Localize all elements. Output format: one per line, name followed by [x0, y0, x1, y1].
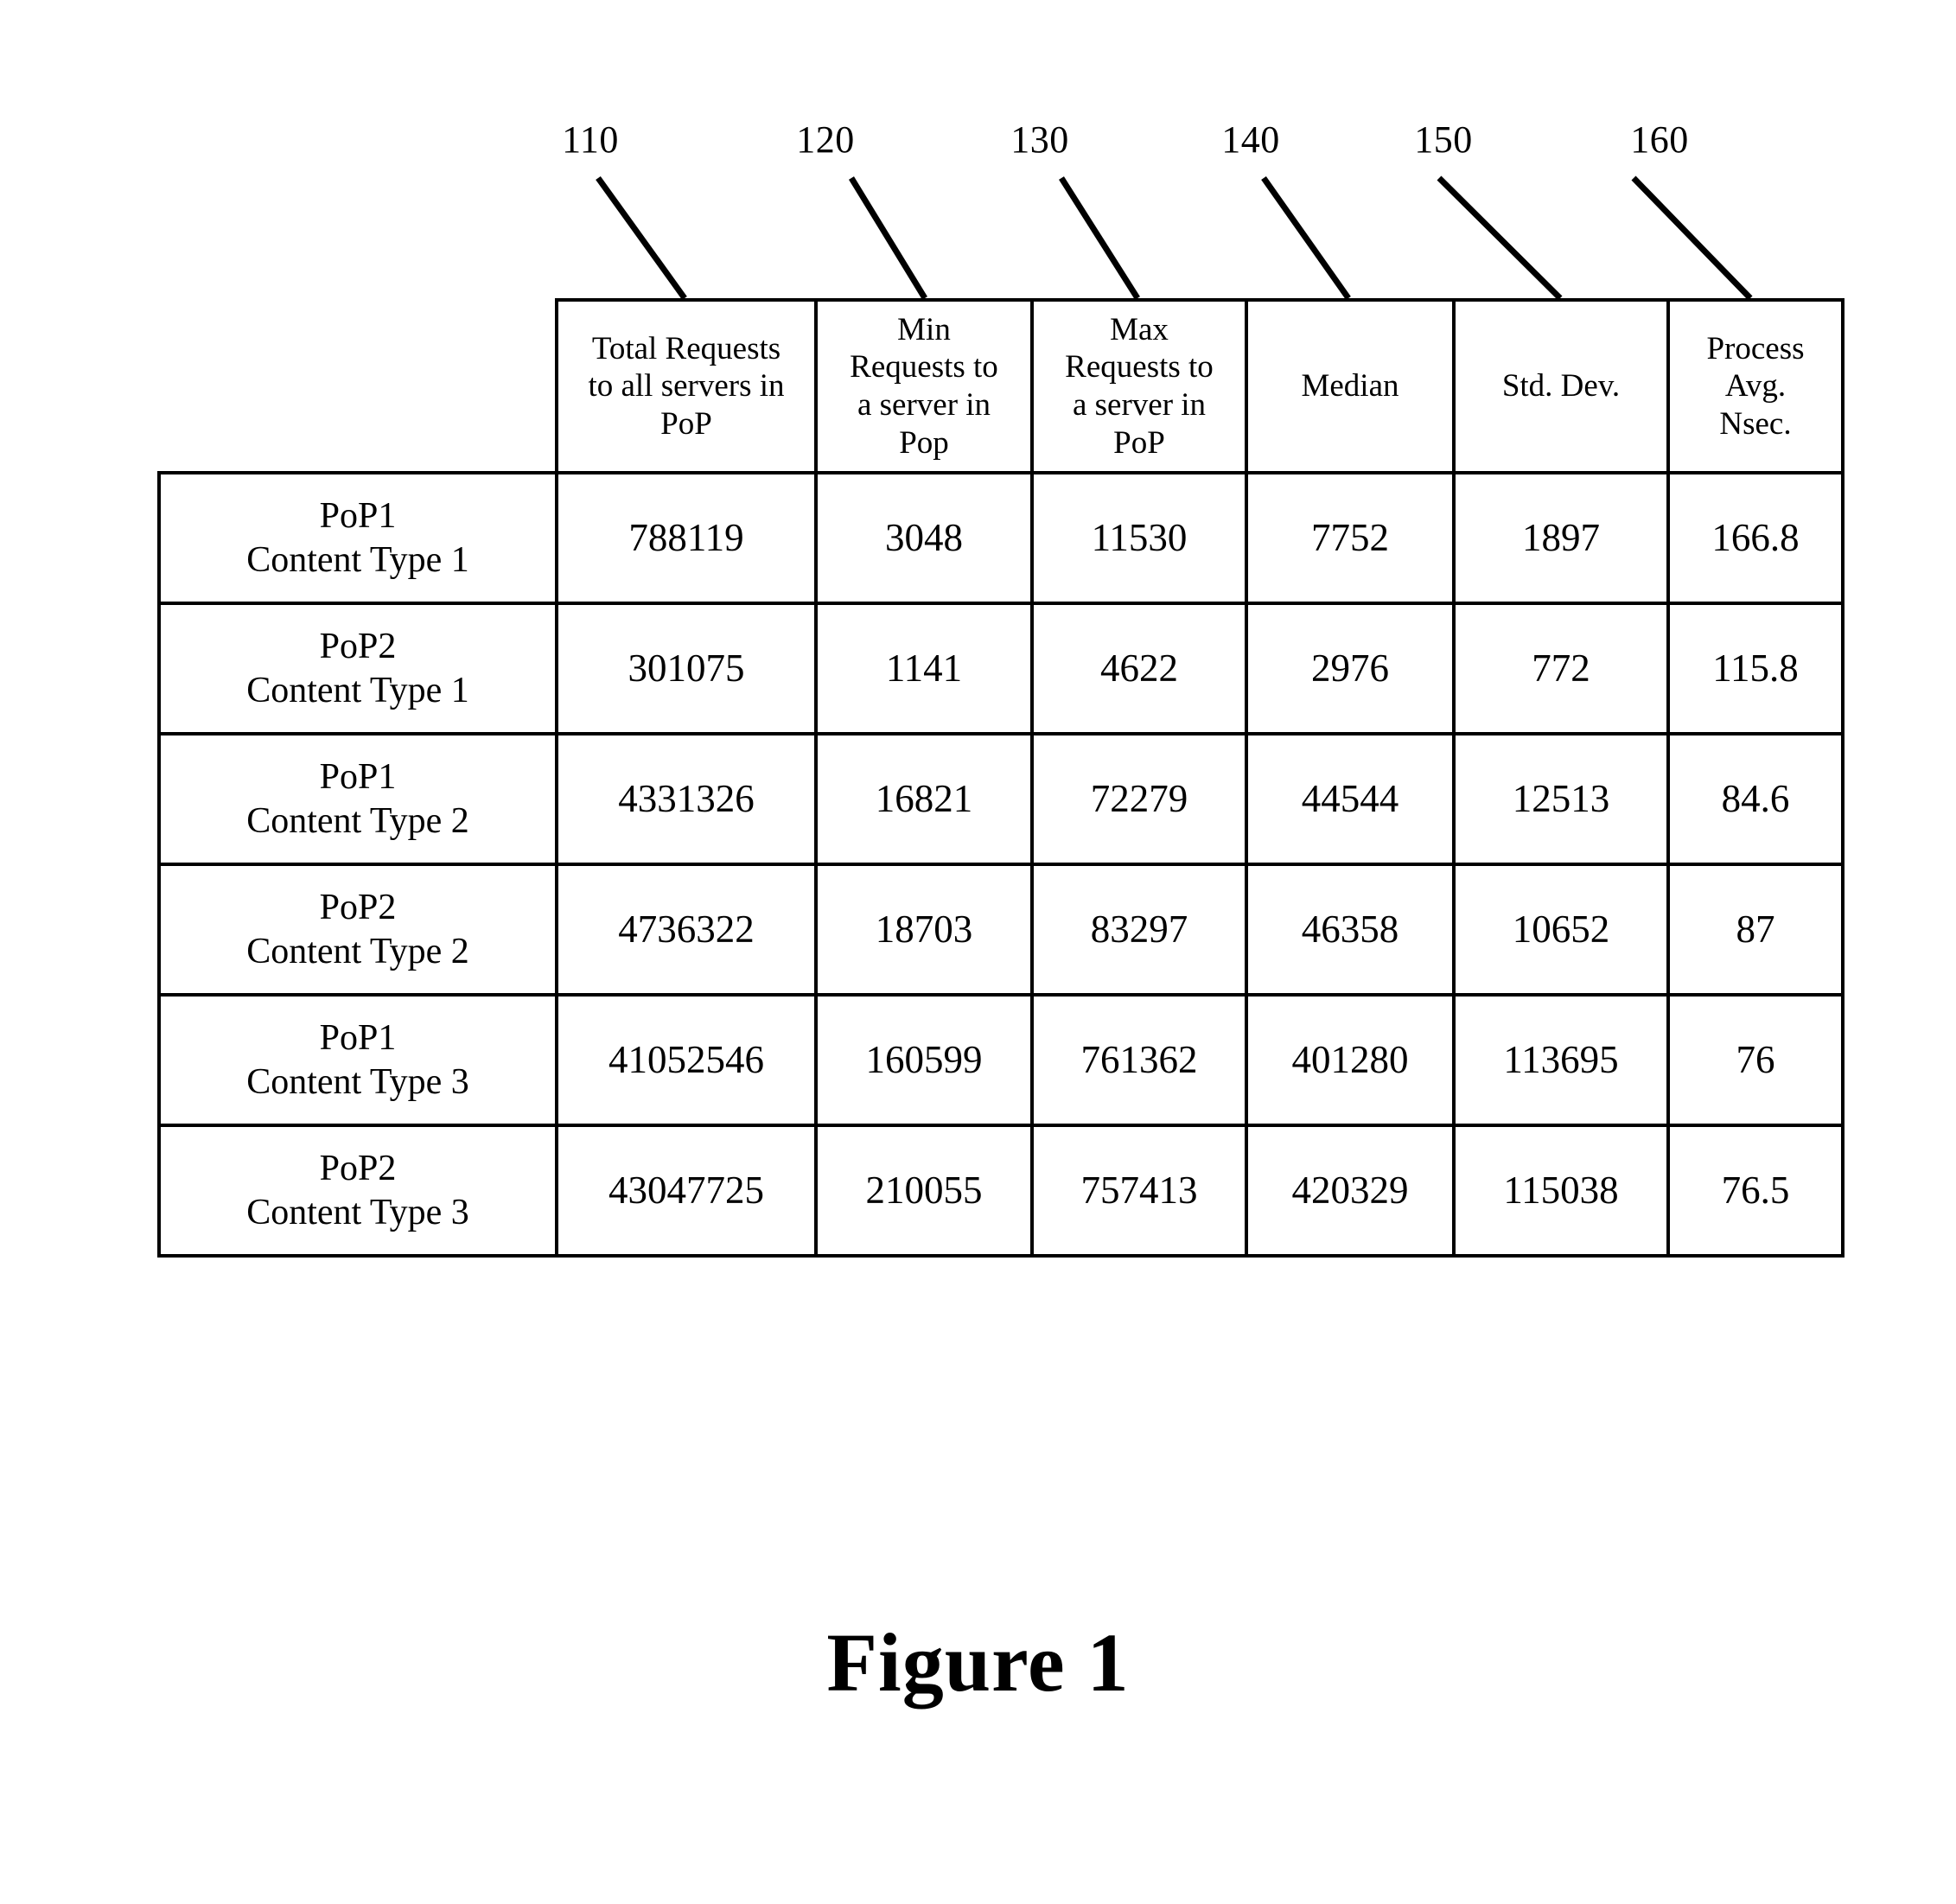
- table-row: PoP1 Content Type 1 788119 3048 11530 775…: [157, 471, 1845, 605]
- table-header-row: Total Requests to all servers in PoP Min Re…: [159, 298, 1845, 474]
- table-row: PoP1 Content Type 3 41052546 160599 76136…: [157, 993, 1845, 1127]
- cell-total-requests: 41052546: [555, 993, 818, 1127]
- leader-line-120: [849, 176, 927, 300]
- reference-numeral-130: 130: [1010, 118, 1069, 161]
- cell-max-requests: 761362: [1030, 993, 1248, 1127]
- cell-min-requests: 16821: [814, 732, 1034, 866]
- column-header-std-dev: Std. Dev.: [1452, 298, 1670, 474]
- cell-min-requests: 210055: [814, 1124, 1034, 1258]
- cell-min-requests: 1141: [814, 602, 1034, 735]
- row-label-pop2-type3: PoP2 Content Type 3: [157, 1124, 558, 1258]
- row-label-pop2-type2: PoP2 Content Type 2: [157, 863, 558, 997]
- column-header-min-requests: Min Requests to a server in Pop: [814, 298, 1034, 474]
- cell-process-avg-nsec: 76: [1666, 993, 1845, 1127]
- cell-std-dev: 115038: [1452, 1124, 1670, 1258]
- table-row: PoP2 Content Type 1 301075 1141 4622 2976…: [157, 602, 1845, 735]
- column-header-process-avg-nsec: Process Avg. Nsec.: [1666, 298, 1845, 474]
- cell-min-requests: 18703: [814, 863, 1034, 997]
- row-label-pop2-type1: PoP2 Content Type 1: [157, 602, 558, 735]
- cell-std-dev: 772: [1452, 602, 1670, 735]
- cell-median: 2976: [1245, 602, 1456, 735]
- cell-max-requests: 72279: [1030, 732, 1248, 866]
- cell-process-avg-nsec: 115.8: [1666, 602, 1845, 735]
- cell-min-requests: 160599: [814, 993, 1034, 1127]
- column-header-max-requests: Max Requests to a server in PoP: [1030, 298, 1248, 474]
- row-label-pop1-type1: PoP1 Content Type 1: [157, 471, 558, 605]
- cell-std-dev: 12513: [1452, 732, 1670, 866]
- cell-min-requests: 3048: [814, 471, 1034, 605]
- reference-numeral-150: 150: [1414, 118, 1473, 161]
- table-corner-cell: [159, 300, 557, 473]
- cell-total-requests: 4736322: [555, 863, 818, 997]
- cell-median: 401280: [1245, 993, 1456, 1127]
- reference-numeral-110: 110: [562, 118, 619, 161]
- cell-std-dev: 113695: [1452, 993, 1670, 1127]
- cell-total-requests: 43047725: [555, 1124, 818, 1258]
- leader-line-160: [1631, 175, 1753, 301]
- reference-numeral-160: 160: [1630, 118, 1689, 161]
- cell-max-requests: 11530: [1030, 471, 1248, 605]
- cell-std-dev: 1897: [1452, 471, 1670, 605]
- row-label-pop1-type3: PoP1 Content Type 3: [157, 993, 558, 1127]
- leader-line-110: [596, 175, 687, 301]
- table-row: PoP2 Content Type 3 43047725 210055 75741…: [157, 1124, 1845, 1258]
- table-row: PoP2 Content Type 2 4736322 18703 83297 4…: [157, 863, 1845, 997]
- leader-line-130: [1059, 176, 1140, 300]
- cell-total-requests: 4331326: [555, 732, 818, 866]
- cell-max-requests: 83297: [1030, 863, 1248, 997]
- column-header-total-requests: Total Requests to all servers in PoP: [555, 298, 818, 474]
- cell-median: 420329: [1245, 1124, 1456, 1258]
- cell-max-requests: 757413: [1030, 1124, 1248, 1258]
- cell-total-requests: 788119: [555, 471, 818, 605]
- cell-std-dev: 10652: [1452, 863, 1670, 997]
- reference-numeral-140: 140: [1221, 118, 1280, 161]
- cell-median: 44544: [1245, 732, 1456, 866]
- cell-process-avg-nsec: 76.5: [1666, 1124, 1845, 1258]
- cell-process-avg-nsec: 166.8: [1666, 471, 1845, 605]
- reference-numeral-120: 120: [796, 118, 855, 161]
- leader-line-150: [1437, 175, 1563, 301]
- figure-sheet: 110 120 130 140 150 160 Total Requests to…: [0, 0, 1956, 1904]
- cell-process-avg-nsec: 87: [1666, 863, 1845, 997]
- figure-caption: Figure 1: [826, 1616, 1130, 1709]
- cell-total-requests: 301075: [555, 602, 818, 735]
- cell-process-avg-nsec: 84.6: [1666, 732, 1845, 866]
- row-label-pop1-type2: PoP1 Content Type 2: [157, 732, 558, 866]
- statistics-table-container: Total Requests to all servers in PoP Min Re…: [157, 298, 1845, 1258]
- cell-median: 7752: [1245, 471, 1456, 605]
- cell-median: 46358: [1245, 863, 1456, 997]
- cell-max-requests: 4622: [1030, 602, 1248, 735]
- leader-line-140: [1261, 175, 1351, 301]
- statistics-table: Total Requests to all servers in PoP Min Re…: [157, 298, 1845, 1258]
- column-header-median: Median: [1245, 298, 1456, 474]
- table-row: PoP1 Content Type 2 4331326 16821 72279 4…: [157, 732, 1845, 866]
